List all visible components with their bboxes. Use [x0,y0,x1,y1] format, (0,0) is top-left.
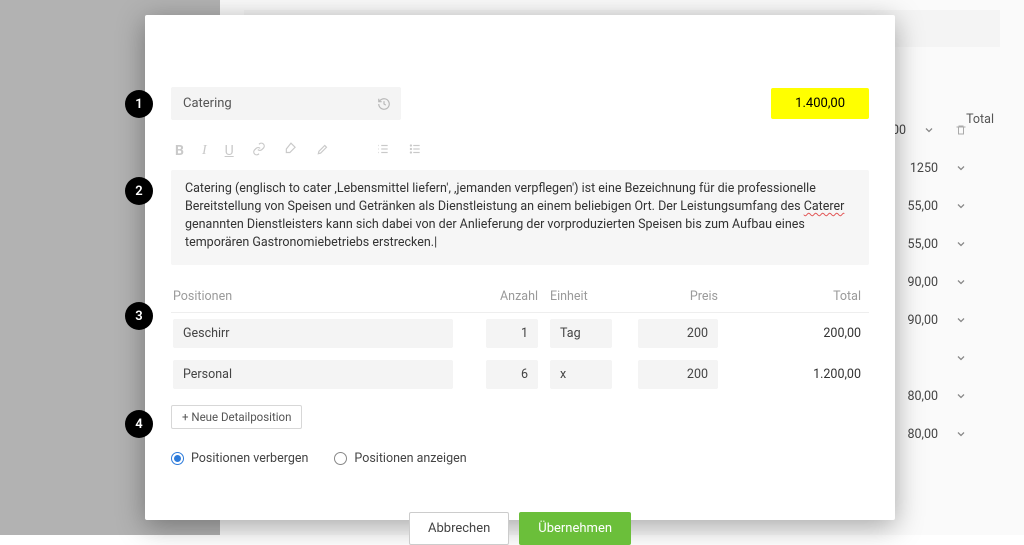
position-row: Personal 6 x 200 1.200,00 [171,354,869,395]
position-total-highlight: 1.400,00 [771,88,869,119]
rich-text-toolbar: B I U [171,138,869,170]
chevron-down-icon[interactable] [952,387,970,405]
radio-icon [171,452,184,465]
position-total-cell: 1.200,00 [718,367,867,382]
col-header-price: Preis [618,289,718,304]
chevron-down-icon[interactable] [952,159,970,177]
dialog-footer: Abbrechen Übernehmen [171,512,869,545]
chevron-down-icon[interactable] [920,121,938,139]
position-total-cell: 200,00 [718,326,867,341]
link-icon[interactable] [252,142,266,160]
add-position-button[interactable]: + Neue Detailposition [171,405,302,429]
position-price-input[interactable]: 200 [638,319,718,348]
callout-badge-3: 3 [125,302,153,330]
radio-show-positions[interactable]: Positionen anzeigen [334,451,466,466]
radio-label: Positionen anzeigen [354,451,466,466]
highlight-icon[interactable] [316,142,330,160]
paint-icon[interactable] [284,142,298,160]
radio-label: Positionen verbergen [191,451,308,466]
title-value: Catering [183,96,232,111]
col-header-unit: Einheit [538,289,618,304]
underline-icon[interactable]: U [225,143,234,159]
chevron-down-icon[interactable] [952,425,970,443]
description-text-post: genannten Dienstleisters kann sich dabei… [185,217,805,250]
position-name-input[interactable]: Personal [173,360,453,389]
callout-badge-2: 2 [125,177,153,205]
description-textarea[interactable]: Catering (englisch to cater ‚Lebensmitte… [171,170,869,265]
visibility-radio-group: Positionen verbergen Positionen anzeigen [171,451,869,466]
chevron-down-icon[interactable] [952,235,970,253]
col-header-name: Positionen [173,289,473,304]
edit-position-dialog: Catering 1.400,00 B I U Catering (englis… [145,15,895,520]
chevron-down-icon[interactable] [952,349,970,367]
position-qty-input[interactable]: 6 [486,360,538,389]
description-spell-error: Caterer [804,199,845,214]
radio-icon [334,452,347,465]
chevron-down-icon[interactable] [952,197,970,215]
unordered-list-icon[interactable] [408,142,422,160]
position-unit-input[interactable]: Tag [550,319,612,348]
ordered-list-icon[interactable] [376,142,390,160]
callout-badge-4: 4 [125,410,153,438]
position-qty-input[interactable]: 1 [486,319,538,348]
chevron-down-icon[interactable] [952,311,970,329]
positions-table-header: Positionen Anzahl Einheit Preis Total [171,281,869,313]
col-header-total: Total [718,289,867,304]
col-header-qty: Anzahl [473,289,538,304]
callout-badge-1: 1 [125,90,153,118]
radio-hide-positions[interactable]: Positionen verbergen [171,451,308,466]
position-name-input[interactable]: Geschirr [173,319,453,348]
bold-icon[interactable]: B [175,143,184,159]
submit-button[interactable]: Übernehmen [519,512,631,545]
chevron-down-icon[interactable] [952,273,970,291]
position-unit-input[interactable]: x [550,360,612,389]
history-icon[interactable] [377,97,391,111]
italic-icon[interactable]: I [202,143,207,159]
cancel-button[interactable]: Abbrechen [409,512,509,545]
text-cursor: | [434,235,437,250]
description-text-pre: Catering (englisch to cater ‚Lebensmitte… [185,181,816,214]
background-total-header: Total [966,112,994,127]
title-input[interactable]: Catering [171,87,401,120]
position-row: Geschirr 1 Tag 200 200,00 [171,313,869,354]
position-price-input[interactable]: 200 [638,360,718,389]
